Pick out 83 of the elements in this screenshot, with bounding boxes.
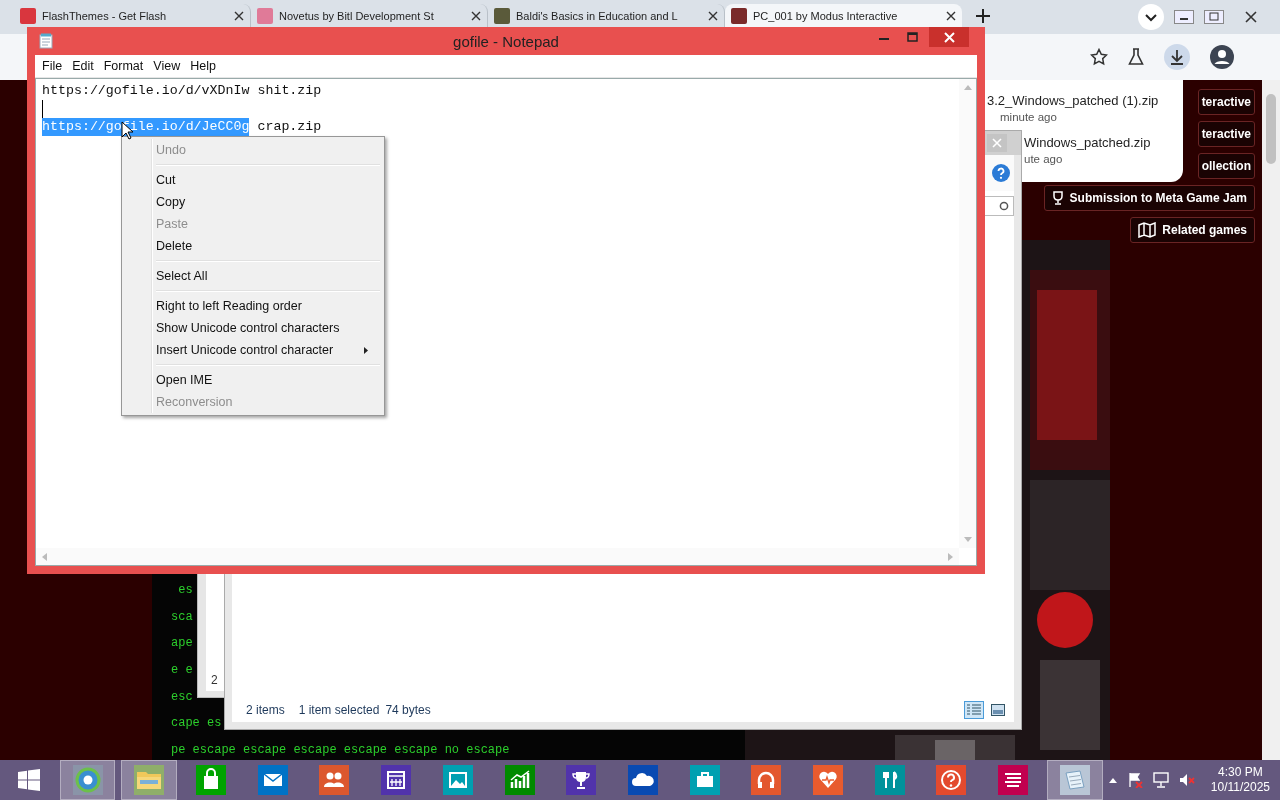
close-icon [946,10,956,21]
thumbnail-view-icon [991,704,1005,716]
download-time: minute ago [1000,111,1057,123]
download-icon [1169,49,1185,65]
menu-item[interactable]: Insert Unicode control character [124,339,382,361]
notepad-icon [39,33,53,49]
new-tab-icon[interactable] [976,9,990,23]
menu-item[interactable]: Help [185,56,221,76]
terminal-line: sca [171,608,193,626]
download-time: ute ago [1024,153,1063,165]
file-name: 3.2_Windows_patched (1).zip [987,93,1159,108]
terminal-line: esc [171,688,193,706]
terminal-line: es [177,582,193,599]
menu-item[interactable]: Delete [124,235,382,257]
menu-item[interactable]: Show Unicode control characters [124,317,382,339]
download-button[interactable] [1164,44,1190,70]
thumbnail-view-button[interactable] [988,701,1008,719]
tab-search-icon[interactable] [1138,4,1164,30]
status-text: 1 item selected [298,703,380,717]
terminal-line: pe escape escape escape escape escape no escape [171,742,510,760]
clock[interactable]: 4:30 PM 10/11/2025 [1210,765,1270,795]
horizontal-scrollbar[interactable] [36,548,959,565]
trophy-icon [1051,191,1064,205]
status-text: 2 items [246,703,285,717]
text-line: crap.zip [256,118,322,136]
flag-icon[interactable] [1126,772,1143,788]
menu-item[interactable]: Copy [124,191,382,213]
menu-item[interactable]: Edit [67,56,99,76]
status-text: 74 bytes [385,703,431,717]
vertical-scrollbar[interactable] [959,79,976,548]
page-button[interactable]: Related games [1130,217,1255,243]
scroll-right-icon [948,552,953,561]
close-button[interactable] [929,27,969,47]
account-icon[interactable] [1210,45,1234,69]
submenu-arrow-icon [364,346,368,354]
menu-item[interactable]: Select All [124,265,382,287]
page-button[interactable]: ollection [1197,153,1255,179]
windows-logo-icon [17,769,40,791]
mute-icon[interactable] [1178,772,1195,788]
details-view-icon [967,704,981,716]
file-name: Windows_patched.zip [1024,135,1151,150]
menu-item[interactable]: View [148,56,186,76]
close-icon [234,10,244,21]
terminal-line: cape es [171,715,222,733]
help-icon[interactable] [992,164,1010,182]
menu-item[interactable]: File [37,56,68,76]
menu-item[interactable]: Cut [124,169,382,191]
network-icon[interactable] [1152,772,1169,788]
star-icon[interactable] [1090,48,1108,66]
clock-date: 10/11/2025 [1210,780,1270,795]
minimize-icon[interactable] [1174,10,1194,24]
menu-item[interactable]: Right to left Reading order [124,295,382,317]
page-button[interactable]: Submission to Meta Game Jam [1043,185,1255,211]
close-icon [708,10,718,21]
browser-tab[interactable]: PC_001 by Modus Interactive [725,4,962,27]
terminal-line: e e [171,662,193,680]
taskbar-button[interactable] [59,760,116,800]
scroll-down-icon [963,537,972,542]
map-icon [1138,222,1157,238]
window-title: gofile - Notepad [453,32,559,50]
clock-time: 4:30 PM [1218,765,1263,780]
text-line: https://gofile.io/d/vXDnIw shit.zip [42,82,322,100]
restore-icon[interactable] [1204,10,1224,24]
tab-title: Novetus by Bitl Development St [279,9,435,22]
item-count: 2 [211,673,218,687]
flask-icon[interactable] [1128,48,1144,66]
scroll-left-icon [42,552,47,561]
terminal-line: ape [171,635,193,653]
scrollbar[interactable] [1262,80,1280,760]
menu-item[interactable]: Open IME [124,369,382,391]
caret-up-icon[interactable] [1108,777,1117,783]
close-icon [992,138,1002,148]
menu-item[interactable]: Format [98,56,149,76]
tab-title: PC_001 by Modus Interactive [753,9,899,22]
page-button[interactable]: teractive [1197,121,1255,147]
maximize-icon [906,32,918,42]
close-icon [943,31,955,43]
close-icon [471,10,481,21]
tab-title: Baldi's Basics in Education and L [516,9,679,22]
search-icon [999,201,1009,211]
page-button[interactable]: teractive [1197,89,1255,115]
tab-title: FlashThemes - Get Flash [42,9,168,22]
scroll-up-icon [963,85,972,90]
